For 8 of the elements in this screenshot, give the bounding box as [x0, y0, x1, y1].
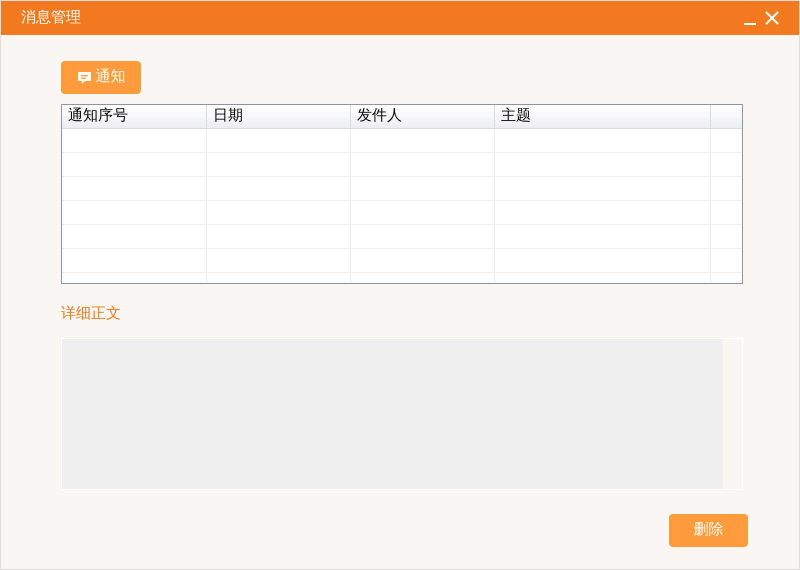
window-title: 消息管理 [21, 8, 81, 28]
detail-label: 详细正文 [61, 304, 122, 324]
column-header[interactable]: 主题 [501, 105, 531, 128]
column-header[interactable]: 日期 [213, 105, 243, 128]
column-header[interactable]: 通知序号 [68, 105, 128, 128]
message-icon [76, 70, 92, 84]
column-header[interactable]: 发件人 [357, 105, 402, 128]
close-icon[interactable] [765, 11, 779, 25]
